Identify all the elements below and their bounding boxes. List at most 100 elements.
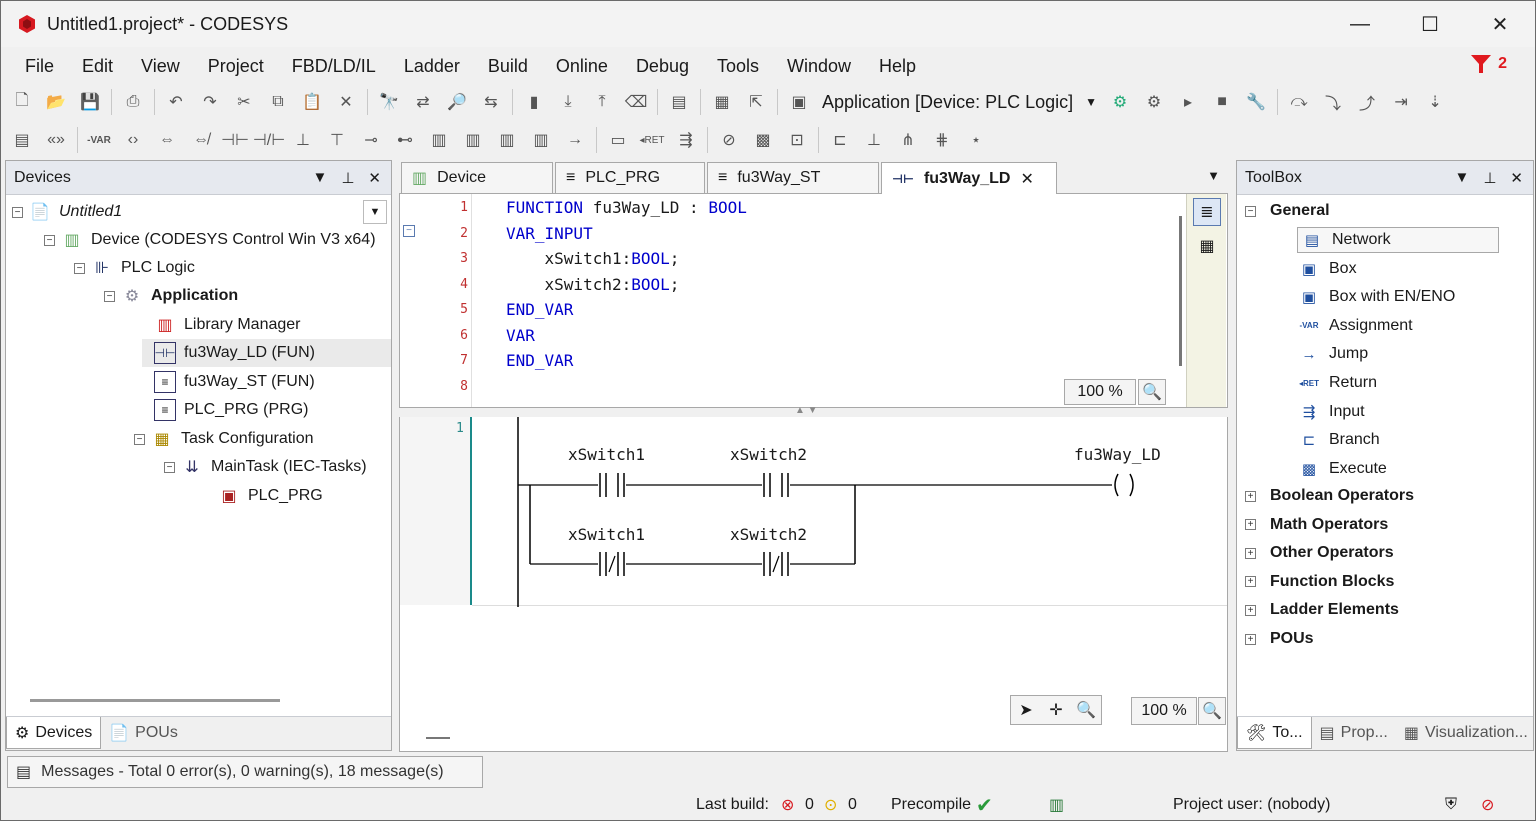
tree-item-fu3way-ld[interactable]: ⊣⊢ fu3Way_LD (FUN) xyxy=(142,339,391,367)
properties-icon[interactable]: ▤ xyxy=(662,87,696,117)
prev-bookmark-icon[interactable]: ⤒ xyxy=(585,87,619,117)
ladder-zoom-field[interactable]: 100 % xyxy=(1131,697,1197,725)
menu-view[interactable]: View xyxy=(127,56,194,77)
minimize-button[interactable]: — xyxy=(1325,1,1395,47)
menu-debug[interactable]: Debug xyxy=(622,56,703,77)
stop-icon[interactable]: ■ xyxy=(1205,87,1239,117)
menu-edit[interactable]: Edit xyxy=(68,56,127,77)
redo-icon[interactable]: ↷ xyxy=(193,87,227,117)
print-icon[interactable]: ⎙ xyxy=(116,87,150,117)
cut-icon[interactable]: ✂ xyxy=(227,87,261,117)
tree-item-task-configuration[interactable]: − ▦ Task Configuration xyxy=(134,425,314,453)
expand-toggle[interactable]: + xyxy=(1245,576,1256,588)
negate-icon[interactable]: ⊘ xyxy=(712,125,746,155)
expand-toggle[interactable]: + xyxy=(1245,547,1256,559)
toolbox-category-boolean-operators[interactable]: + Boolean Operators xyxy=(1245,484,1414,508)
insert-parallel-negated-icon[interactable]: ⊤ xyxy=(320,125,354,155)
menu-ladder[interactable]: Ladder xyxy=(390,56,474,77)
toolbox-item-jump[interactable]: → Jump xyxy=(1297,341,1369,367)
precompile-ok-icon[interactable]: ✔ xyxy=(976,793,993,818)
menu-tools[interactable]: Tools xyxy=(703,56,773,77)
menu-window[interactable]: Window xyxy=(773,56,865,77)
pointer-icon[interactable]: ➤ xyxy=(1011,696,1041,724)
toolbox-item-input[interactable]: ⇶ Input xyxy=(1297,399,1365,425)
find-replace-icon[interactable]: ⇄ xyxy=(406,87,440,117)
code-line[interactable]: VAR_INPUT xyxy=(506,224,593,243)
tab-properties[interactable]: ▤ Prop... xyxy=(1312,717,1396,749)
toolbox-item-box[interactable]: ▣ Box xyxy=(1297,256,1357,282)
messages-tab[interactable]: ▤ Messages - Total 0 error(s), 0 warning… xyxy=(7,756,483,788)
add-object-icon[interactable]: ▦ xyxy=(705,87,739,117)
insert-return-icon[interactable]: ◂RET xyxy=(635,125,669,155)
insert-assignment-icon[interactable]: -VAR xyxy=(82,125,116,155)
tree-item-plc-logic[interactable]: − ⊪ PLC Logic xyxy=(74,254,195,282)
set-reset-icon[interactable]: ▩ xyxy=(746,125,780,155)
paste-icon[interactable]: 📋 xyxy=(295,87,329,117)
negated-contact-xswitch1-row2[interactable] xyxy=(598,552,626,576)
delete-icon[interactable]: ✕ xyxy=(329,87,363,117)
tab-device[interactable]: ▥ Device xyxy=(401,162,553,193)
tree-item-untitled1[interactable]: − 📄 Untitled1 ▼ xyxy=(12,198,387,226)
insert-branch-icon[interactable]: ⊏ xyxy=(823,125,857,155)
insert-network-icon[interactable]: ▤ xyxy=(5,125,39,155)
toolbox-category-other-operators[interactable]: + Other Operators xyxy=(1245,541,1394,565)
maximize-button[interactable]: ☐ xyxy=(1395,1,1465,47)
declaration-editor[interactable]: − 1 FUNCTION fu3Way_LD : BOOL 2 VAR_INPUT 3 … xyxy=(399,194,1228,410)
ladder-hscrollbar[interactable] xyxy=(426,737,450,739)
tab-toolbox[interactable]: 🛠 To... xyxy=(1237,717,1312,749)
error-count[interactable]: 0 xyxy=(805,796,814,814)
toolbox-item-box-with-en-eno[interactable]: ▣ Box with EN/ENO xyxy=(1297,284,1455,310)
tab-devices[interactable]: ⚙ Devices xyxy=(6,717,102,749)
collapse-toggle[interactable]: − xyxy=(74,262,85,274)
toolbox-item-branch[interactable]: ⊏ Branch xyxy=(1297,427,1380,453)
step-over-icon[interactable]: ⤼ xyxy=(1282,87,1316,117)
toolbox-category-math-operators[interactable]: + Math Operators xyxy=(1245,513,1388,537)
ladder-editor[interactable]: 1 xSwitch1 xSwitch2 xSwitch1 xSwitch2 fu… xyxy=(399,417,1228,752)
toolbox-category-ladder-elements[interactable]: + Ladder Elements xyxy=(1245,598,1399,622)
tree-item-plc-prg[interactable]: ≡ PLC_PRG (PRG) xyxy=(154,396,308,424)
toolbox-category-function-blocks[interactable]: + Function Blocks xyxy=(1245,570,1394,594)
reset-icon[interactable]: 🔧 xyxy=(1239,87,1273,117)
coil-label[interactable]: fu3Way_LD xyxy=(1074,445,1161,464)
contact-label-xswitch2-row1[interactable]: xSwitch2 xyxy=(730,445,807,464)
tree-item-task-plc-prg[interactable]: ▣ PLC_PRG xyxy=(218,482,322,510)
insert-contact-icon[interactable]: ⊣⊢ xyxy=(218,125,252,155)
insert-jump-icon[interactable]: → xyxy=(558,125,592,155)
tree-item-fu3way-st[interactable]: ≡ fu3Way_ST (FUN) xyxy=(154,368,315,396)
code-line[interactable]: xSwitch1:BOOL; xyxy=(506,249,680,268)
contact-xswitch1-row1[interactable] xyxy=(598,473,626,497)
collapse-toggle[interactable]: − xyxy=(1245,205,1256,217)
expand-toggle[interactable]: + xyxy=(1245,490,1256,502)
set-branch-end-icon[interactable]: ⋕ xyxy=(925,125,959,155)
vertical-scrollbar[interactable] xyxy=(1179,216,1182,366)
toolbox-category-pous[interactable]: + POUs xyxy=(1245,627,1314,651)
code-line[interactable]: FUNCTION fu3Way_LD : BOOL xyxy=(506,198,747,217)
set-next-statement-icon[interactable]: ⇣ xyxy=(1418,87,1452,117)
zoom-icon[interactable]: 🔍 xyxy=(1071,696,1101,724)
horizontal-scrollbar[interactable] xyxy=(30,699,280,702)
find-icon[interactable]: 🔭 xyxy=(372,87,406,117)
fold-icon[interactable]: − xyxy=(403,225,415,237)
code-line[interactable]: xSwitch2:BOOL; xyxy=(506,275,680,294)
insert-execute-icon[interactable]: ⋆ xyxy=(959,125,993,155)
offline-icon[interactable]: ⊘ xyxy=(1481,795,1494,815)
replace-in-project-icon[interactable]: ⇆ xyxy=(474,87,508,117)
pan-icon[interactable]: ✛ xyxy=(1041,696,1071,724)
device-status-icon[interactable]: ▥ xyxy=(1049,795,1064,815)
insert-box-icon[interactable]: ‹› xyxy=(116,125,150,155)
login-icon[interactable]: ⚙ xyxy=(1103,87,1137,117)
code-line[interactable]: END_VAR xyxy=(506,300,573,319)
contact-xswitch2-row1[interactable] xyxy=(762,473,790,497)
expand-toggle[interactable]: + xyxy=(1245,633,1256,645)
tabular-view-icon[interactable]: ▦ xyxy=(1193,232,1221,260)
panel-menu-icon[interactable]: ▼ xyxy=(1454,169,1469,187)
code-line[interactable]: VAR xyxy=(506,326,535,345)
export-icon[interactable]: ⇱ xyxy=(739,87,773,117)
insert-falling-edge-icon[interactable]: ▥ xyxy=(490,125,524,155)
menu-file[interactable]: File xyxy=(1,56,68,77)
panel-close-icon[interactable]: ✕ xyxy=(1510,169,1523,187)
tree-dropdown-icon[interactable]: ▼ xyxy=(363,200,387,224)
toolbox-category-general[interactable]: − General xyxy=(1245,199,1330,223)
copy-icon[interactable]: ⧉ xyxy=(261,87,295,117)
tree-item-library-manager[interactable]: ▥ Library Manager xyxy=(154,311,300,339)
